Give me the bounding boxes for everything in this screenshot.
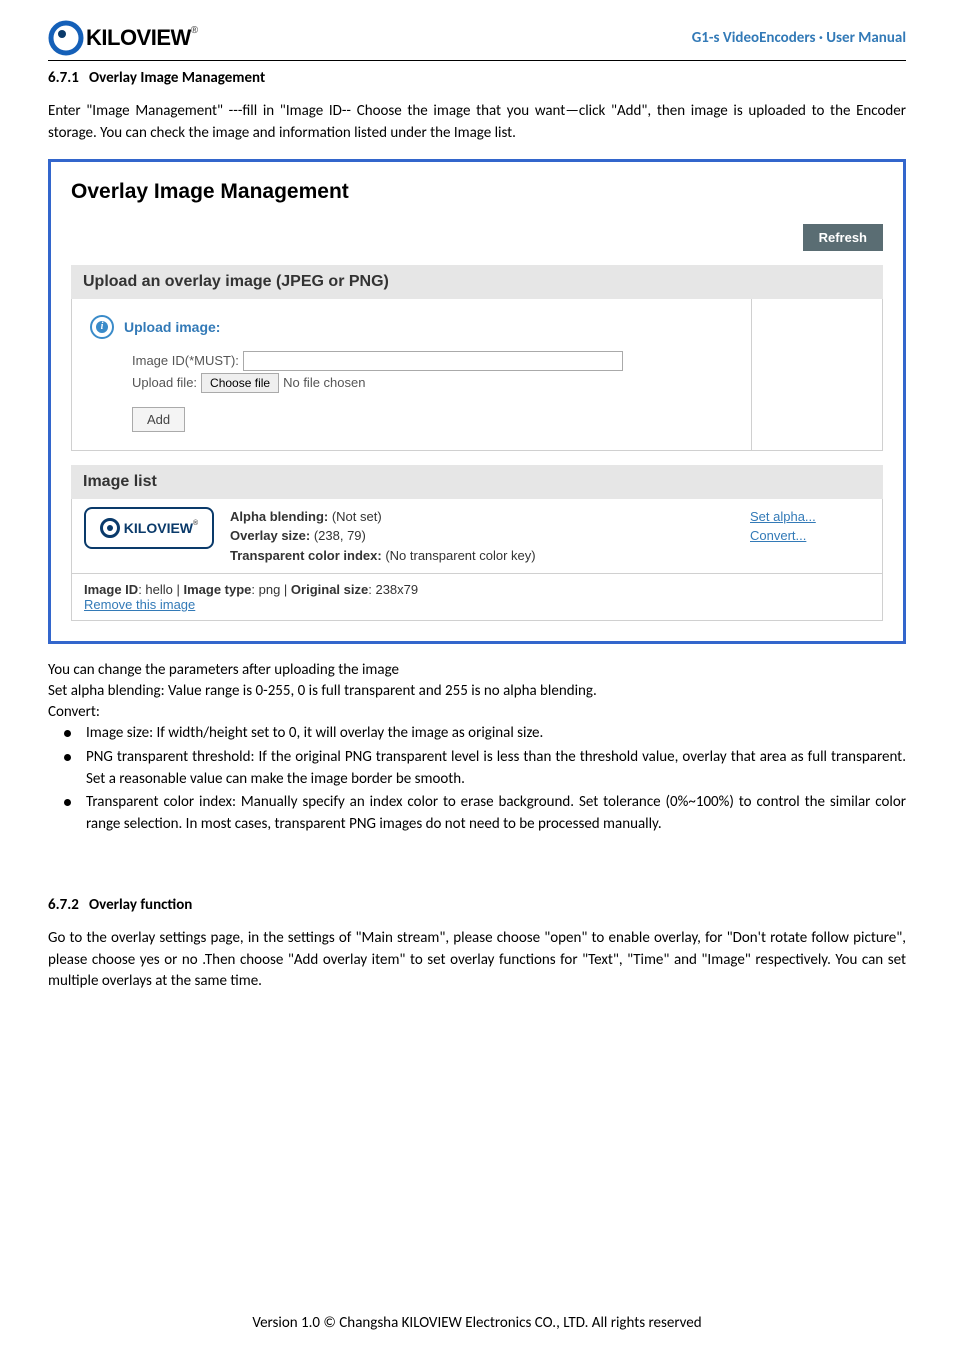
- bullet-item: PNG transparent threshold: If the origin…: [58, 747, 906, 791]
- refresh-button[interactable]: Refresh: [803, 224, 883, 251]
- image-list-row: KILOVIEW® Alpha blending: (Not set) Over…: [71, 499, 883, 575]
- add-button[interactable]: Add: [132, 407, 185, 432]
- logo-icon: [48, 20, 84, 56]
- convert-link[interactable]: Convert...: [750, 528, 806, 543]
- choose-file-button[interactable]: Choose file: [201, 373, 279, 393]
- upload-file-row: Upload file: Choose file No file chosen: [90, 373, 733, 393]
- logo: KILOVIEW®: [48, 20, 198, 56]
- image-list-header: Image list: [71, 465, 883, 499]
- logo-text: KILOVIEW®: [86, 25, 198, 51]
- upload-file-label: Upload file:: [132, 375, 197, 390]
- remove-image-link[interactable]: Remove this image: [84, 597, 195, 612]
- upload-panel: i Upload image: Image ID(*MUST): Upload …: [71, 299, 883, 451]
- panel-title: Overlay Image Management: [71, 180, 883, 204]
- section2-paragraph: Go to the overlay settings page, in the …: [48, 928, 906, 993]
- upload-title: Upload image:: [124, 319, 220, 335]
- screenshot-panel: Overlay Image Management Refresh Upload …: [48, 159, 906, 645]
- image-id-input[interactable]: [243, 351, 623, 371]
- image-id-label: Image ID(*MUST):: [132, 353, 239, 368]
- no-file-text: No file chosen: [283, 375, 365, 390]
- bullet-item: Image size: If width/height set to 0, it…: [58, 723, 906, 745]
- post-line1: You can change the parameters after uplo…: [48, 660, 906, 681]
- post-line3: Convert:: [48, 702, 906, 723]
- image-info: Alpha blending: (Not set) Overlay size: …: [230, 507, 734, 566]
- info-icon: i: [90, 315, 114, 339]
- image-id-row: Image ID(*MUST):: [90, 351, 733, 371]
- bullet-item: Transparent color index: Manually specif…: [58, 792, 906, 836]
- bullet-list: Image size: If width/height set to 0, it…: [48, 723, 906, 836]
- post-line2: Set alpha blending: Value range is 0-255…: [48, 681, 906, 702]
- doc-title: G1-s VideoEncoders · User Manual: [692, 29, 906, 47]
- upload-section-header: Upload an overlay image (JPEG or PNG): [71, 265, 883, 299]
- page-header: KILOVIEW® G1-s VideoEncoders · User Manu…: [48, 20, 906, 61]
- image-actions: Set alpha... Convert...: [750, 507, 870, 546]
- thumb-logo-icon: [100, 518, 120, 538]
- section-heading: 6.7.1 Overlay Image Management: [48, 69, 906, 87]
- image-meta-row: Image ID: hello | Image type: png | Orig…: [71, 574, 883, 621]
- page-footer: Version 1.0 © Changsha KILOVIEW Electron…: [0, 1314, 954, 1332]
- section-paragraph: Enter "Image Management" ---fill in "Ima…: [48, 101, 906, 145]
- set-alpha-link[interactable]: Set alpha...: [750, 509, 816, 524]
- section-heading-2: 6.7.2 Overlay function: [48, 896, 906, 914]
- image-thumbnail: KILOVIEW®: [84, 507, 214, 549]
